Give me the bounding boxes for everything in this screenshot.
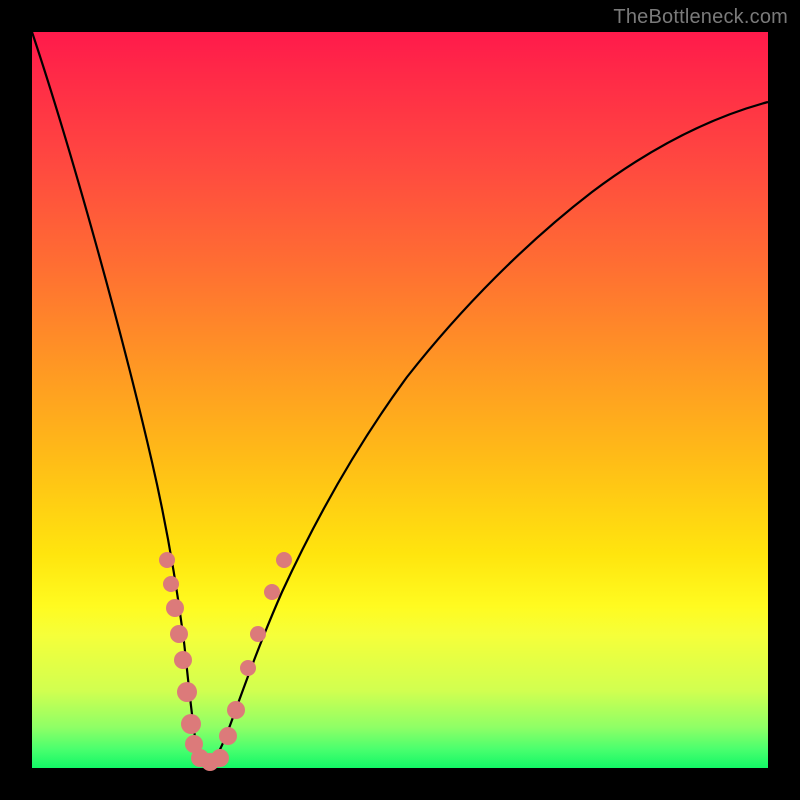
marker-dot — [181, 714, 201, 734]
marker-dot — [250, 626, 266, 642]
marker-dot — [240, 660, 256, 676]
watermark-text: TheBottleneck.com — [613, 6, 788, 29]
marker-dot — [159, 552, 175, 568]
marker-dot — [264, 584, 280, 600]
marker-dot — [276, 552, 292, 568]
bottleneck-curve — [32, 32, 768, 763]
chart-frame: TheBottleneck.com — [0, 0, 800, 800]
marker-dot — [163, 576, 179, 592]
marker-dot — [211, 749, 229, 767]
marker-dot — [174, 651, 192, 669]
marker-dot — [166, 599, 184, 617]
marker-dot — [170, 625, 188, 643]
marker-dot — [177, 682, 197, 702]
marker-dot — [219, 727, 237, 745]
marker-group — [159, 552, 292, 771]
bottleneck-curve-svg — [32, 32, 768, 768]
marker-dot — [227, 701, 245, 719]
